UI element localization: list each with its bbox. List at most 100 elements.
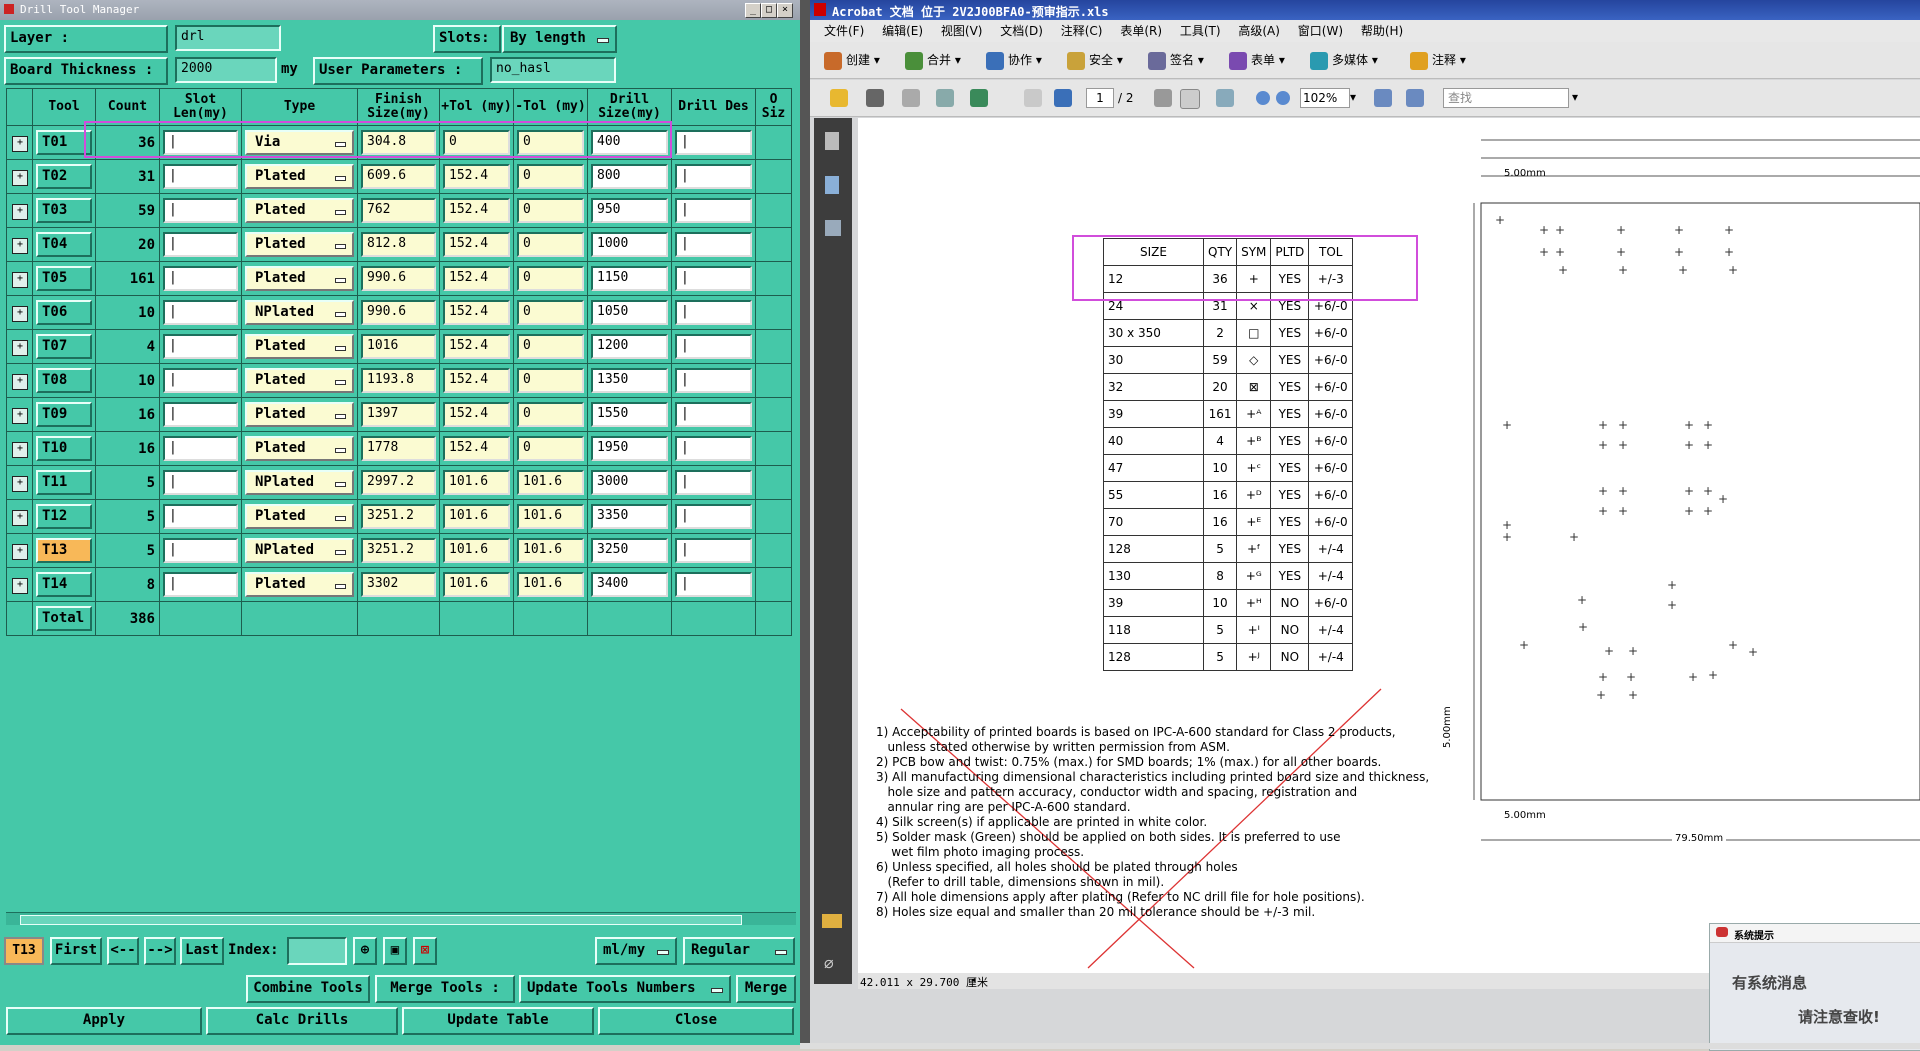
slot-len-input[interactable]: | bbox=[163, 300, 238, 325]
tool-button[interactable]: T02 bbox=[36, 164, 92, 189]
fit-page-icon[interactable] bbox=[1374, 89, 1392, 107]
plus-tol-input[interactable]: 152.4 bbox=[443, 266, 510, 291]
slot-len-input[interactable]: | bbox=[163, 572, 238, 597]
drill-size-input[interactable]: 950 bbox=[591, 198, 668, 223]
type-dropdown[interactable]: Plated bbox=[245, 164, 354, 189]
zoom-icon[interactable] bbox=[1216, 89, 1234, 107]
save-icon[interactable]: ▣ bbox=[383, 937, 407, 965]
menu-comments[interactable]: 注释(C) bbox=[1061, 20, 1103, 42]
bookmarks-icon[interactable] bbox=[825, 176, 839, 194]
drill-size-input[interactable]: 3250 bbox=[591, 538, 668, 563]
drill-des-input[interactable]: | bbox=[675, 266, 752, 291]
drill-des-input[interactable]: | bbox=[675, 470, 752, 495]
plus-tol-input[interactable]: 101.6 bbox=[443, 572, 510, 597]
scroll-left-icon[interactable]: ◂ bbox=[970, 973, 977, 986]
print-icon[interactable] bbox=[866, 89, 884, 107]
attachment-icon[interactable]: ⌀ bbox=[824, 954, 840, 973]
delete-icon[interactable]: ⊠ bbox=[413, 937, 437, 965]
maximize-icon[interactable]: □ bbox=[761, 3, 777, 18]
finish-size-input[interactable]: 990.6 bbox=[361, 266, 436, 291]
web-icon[interactable] bbox=[970, 89, 988, 107]
zoom-dropdown-icon[interactable]: ▾ bbox=[1350, 90, 1356, 104]
menu-document[interactable]: 文档(D) bbox=[1000, 20, 1043, 42]
drill-des-input[interactable]: | bbox=[675, 334, 752, 359]
drill-des-input[interactable]: | bbox=[675, 198, 752, 223]
apply-button[interactable]: Apply bbox=[6, 1007, 202, 1035]
type-dropdown[interactable]: Plated bbox=[245, 198, 354, 223]
menu-advanced[interactable]: 高级(A) bbox=[1238, 20, 1280, 42]
select-text-icon[interactable] bbox=[1154, 89, 1172, 107]
type-dropdown[interactable]: Plated bbox=[245, 436, 354, 461]
expand-icon[interactable]: + bbox=[12, 272, 28, 288]
type-dropdown[interactable]: Plated bbox=[245, 232, 354, 257]
plus-tol-input[interactable]: 152.4 bbox=[443, 232, 510, 257]
slot-len-input[interactable]: | bbox=[163, 334, 238, 359]
menu-window[interactable]: 窗口(W) bbox=[1298, 20, 1343, 42]
slots-dropdown[interactable]: By length bbox=[502, 25, 617, 53]
search-dropdown-icon[interactable]: ▾ bbox=[1572, 90, 1578, 104]
next-button[interactable]: --> bbox=[144, 937, 176, 965]
layer-field[interactable]: drl bbox=[175, 25, 281, 51]
next-page-icon[interactable] bbox=[1054, 89, 1072, 107]
expand-icon[interactable]: + bbox=[12, 204, 28, 220]
minus-tol-input[interactable]: 0 bbox=[517, 334, 584, 359]
fit-width-icon[interactable] bbox=[1406, 89, 1424, 107]
prev-button[interactable]: <-- bbox=[107, 937, 139, 965]
tool-button[interactable]: T07 bbox=[36, 334, 92, 359]
zoom-out-icon[interactable] bbox=[1256, 91, 1270, 105]
comments-icon[interactable] bbox=[822, 914, 842, 928]
prev-page-icon[interactable] bbox=[1024, 89, 1042, 107]
drill-size-input[interactable]: 1200 bbox=[591, 334, 668, 359]
minus-tol-input[interactable]: 0 bbox=[517, 300, 584, 325]
drill-des-input[interactable]: | bbox=[675, 300, 752, 325]
plus-tol-input[interactable]: 152.4 bbox=[443, 300, 510, 325]
security-button[interactable]: 安全 ▾ bbox=[1067, 51, 1123, 70]
slot-len-input[interactable]: | bbox=[163, 368, 238, 393]
hand-icon[interactable] bbox=[1180, 89, 1200, 109]
drill-size-input[interactable]: 3000 bbox=[591, 470, 668, 495]
drill-des-input[interactable]: | bbox=[675, 164, 752, 189]
units-dropdown[interactable]: ml/my bbox=[595, 937, 677, 965]
scrollbar-thumb[interactable] bbox=[20, 915, 742, 925]
drill-size-input[interactable]: 1950 bbox=[591, 436, 668, 461]
finish-size-input[interactable]: 3302 bbox=[361, 572, 436, 597]
zoom-in-icon[interactable] bbox=[1276, 91, 1290, 105]
drill-des-input[interactable]: | bbox=[675, 538, 752, 563]
finish-size-input[interactable]: 1016 bbox=[361, 334, 436, 359]
minus-tol-input[interactable]: 101.6 bbox=[517, 504, 584, 529]
create-button[interactable]: 创建 ▾ bbox=[824, 51, 880, 70]
minus-tol-input[interactable]: 0 bbox=[517, 402, 584, 427]
expand-icon[interactable]: + bbox=[12, 374, 28, 390]
expand-icon[interactable]: + bbox=[12, 136, 28, 152]
minus-tol-input[interactable]: 0 bbox=[517, 266, 584, 291]
tool-button[interactable]: T09 bbox=[36, 402, 92, 427]
comment-button[interactable]: 注释 ▾ bbox=[1410, 51, 1466, 70]
plus-tol-input[interactable]: 152.4 bbox=[443, 198, 510, 223]
drill-size-input[interactable]: 3400 bbox=[591, 572, 668, 597]
calc-drills-button[interactable]: Calc Drills bbox=[206, 1007, 398, 1035]
drill-size-input[interactable]: 1150 bbox=[591, 266, 668, 291]
update-table-button[interactable]: Update Table bbox=[402, 1007, 594, 1035]
tool-button[interactable]: T06 bbox=[36, 300, 92, 325]
expand-icon[interactable]: + bbox=[12, 408, 28, 424]
type-dropdown[interactable]: Plated bbox=[245, 266, 354, 291]
drill-size-input[interactable]: 1050 bbox=[591, 300, 668, 325]
plus-tol-input[interactable]: 101.6 bbox=[443, 538, 510, 563]
plus-tol-input[interactable]: 101.6 bbox=[443, 470, 510, 495]
plus-tol-input[interactable]: 152.4 bbox=[443, 334, 510, 359]
forms-button[interactable]: 表单 ▾ bbox=[1229, 51, 1285, 70]
user-params-field[interactable]: no_hasl bbox=[490, 57, 616, 83]
finish-size-input[interactable]: 609.6 bbox=[361, 164, 436, 189]
minus-tol-input[interactable]: 0 bbox=[517, 368, 584, 393]
minus-tol-input[interactable]: 0 bbox=[517, 164, 584, 189]
update-tools-numbers-dropdown[interactable]: Update Tools Numbers bbox=[519, 975, 731, 1003]
type-dropdown[interactable]: NPlated bbox=[245, 538, 354, 563]
tool-button[interactable]: T08 bbox=[36, 368, 92, 393]
tool-button[interactable]: T05 bbox=[36, 266, 92, 291]
zoom-level-field[interactable]: 102% bbox=[1300, 88, 1350, 108]
first-button[interactable]: First bbox=[50, 937, 102, 965]
minus-tol-input[interactable]: 0 bbox=[517, 198, 584, 223]
drill-size-input[interactable]: 1550 bbox=[591, 402, 668, 427]
slot-len-input[interactable]: | bbox=[163, 436, 238, 461]
finish-size-input[interactable]: 1778 bbox=[361, 436, 436, 461]
